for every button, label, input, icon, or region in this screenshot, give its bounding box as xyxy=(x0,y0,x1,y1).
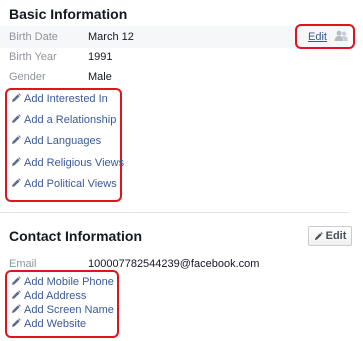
add-religious-views-link[interactable]: Add Religious Views xyxy=(11,157,124,169)
birth-date-value: March 12 xyxy=(88,31,134,43)
add-political-views-label: Add Political Views xyxy=(24,178,117,190)
email-label: Email xyxy=(9,258,37,270)
birth-date-label: Birth Date xyxy=(9,31,58,43)
pencil-icon xyxy=(12,114,21,123)
add-languages-link[interactable]: Add Languages xyxy=(11,135,101,147)
add-religious-views-label: Add Religious Views xyxy=(24,157,125,169)
birth-year-label: Birth Year xyxy=(9,51,57,63)
add-relationship-label: Add a Relationship xyxy=(24,114,117,126)
pencil-icon xyxy=(12,178,21,187)
add-political-views-link[interactable]: Add Political Views xyxy=(11,178,117,190)
pencil-icon xyxy=(12,318,21,327)
pencil-icon xyxy=(12,276,21,285)
add-website-link[interactable]: Add Website xyxy=(11,318,86,330)
contact-edit-label: Edit xyxy=(325,230,347,242)
pencil-icon xyxy=(12,304,21,313)
pencil-icon xyxy=(12,135,21,144)
contact-edit-button[interactable]: Edit xyxy=(308,226,352,246)
birth-year-value: 1991 xyxy=(88,51,113,63)
add-mobile-phone-link[interactable]: Add Mobile Phone xyxy=(11,276,114,288)
add-interested-in-link[interactable]: Add Interested In xyxy=(11,93,108,105)
gender-label: Gender xyxy=(9,71,46,83)
gender-row: Gender Male xyxy=(0,66,349,88)
add-website-label: Add Website xyxy=(24,318,87,330)
contact-info-title: Contact Information xyxy=(9,228,142,244)
add-screen-name-label: Add Screen Name xyxy=(24,304,114,316)
add-address-label: Add Address xyxy=(24,290,87,302)
pencil-icon xyxy=(12,157,21,166)
pencil-icon xyxy=(314,231,323,240)
pencil-icon xyxy=(12,290,21,299)
add-interested-in-label: Add Interested In xyxy=(24,93,108,105)
pencil-icon xyxy=(12,93,21,102)
gender-value: Male xyxy=(88,71,112,83)
basic-info-title: Basic Information xyxy=(9,6,128,22)
add-screen-name-link[interactable]: Add Screen Name xyxy=(11,304,114,316)
section-divider xyxy=(0,212,349,213)
email-value: 100007782544239@facebook.com xyxy=(88,258,260,270)
add-address-link[interactable]: Add Address xyxy=(11,290,86,302)
add-relationship-link[interactable]: Add a Relationship xyxy=(11,114,116,126)
add-mobile-phone-label: Add Mobile Phone xyxy=(24,276,114,288)
birth-year-row: Birth Year 1991 xyxy=(0,46,349,68)
add-languages-label: Add Languages xyxy=(24,135,102,147)
